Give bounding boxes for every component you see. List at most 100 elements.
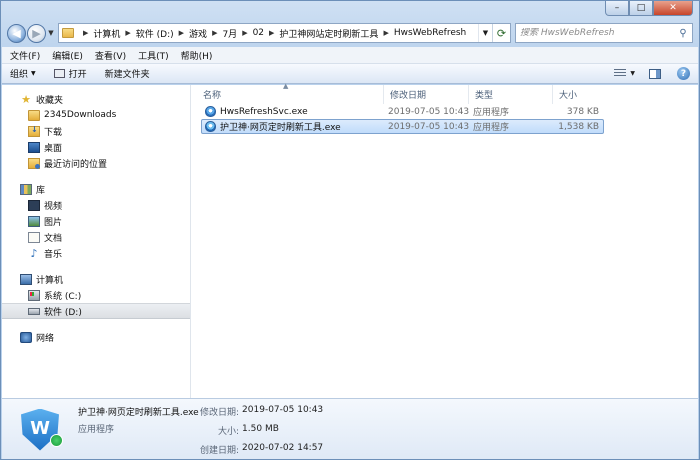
nav-computer[interactable]: 计算机: [2, 271, 190, 287]
network-group: 网络: [2, 329, 190, 345]
nav-2345downloads[interactable]: 2345Downloads: [2, 107, 190, 123]
file-name-cell: HwsRefreshSvc.exe: [202, 106, 385, 117]
menu-tools[interactable]: 工具(T): [138, 49, 169, 62]
breadcrumb-separator-icon[interactable]: ▶: [269, 29, 274, 37]
search-icon[interactable]: ⚲: [674, 28, 692, 39]
navigation-row: ◀ ▶ ▼ ▶ 计算机 ▶ 软件 (D:) ▶ 游戏 ▶ 7月 ▶ 02 ▶ 护卫神网站定…: [7, 22, 693, 44]
menu-edit[interactable]: 编辑(E): [52, 49, 83, 62]
column-header-name[interactable]: ▲ 名称: [191, 82, 384, 104]
breadcrumb-label: 02: [252, 28, 265, 38]
file-name: HwsRefreshSvc.exe: [220, 106, 308, 117]
breadcrumb-current[interactable]: HwsWebRefresh: [394, 28, 466, 38]
search-box[interactable]: ⚲: [515, 23, 693, 43]
minimize-button[interactable]: –: [605, 1, 629, 16]
breadcrumb-separator-icon[interactable]: ▶: [179, 29, 184, 37]
music-note-icon: ♪: [30, 246, 38, 260]
chevron-down-icon: ▼: [482, 29, 489, 37]
breadcrumb-tool-folder[interactable]: 护卫神网站定时刷新工具 ▶: [279, 27, 393, 40]
nav-pictures[interactable]: 图片: [2, 213, 190, 229]
recent-places-icon: [28, 157, 40, 169]
breadcrumb-separator-icon[interactable]: ▶: [383, 29, 388, 37]
nav-drive-d[interactable]: 软件 (D:): [2, 303, 190, 319]
caption-buttons: – □ ✕: [605, 1, 693, 17]
file-row[interactable]: HwsRefreshSvc.exe 2019-07-05 10:43 应用程序 …: [201, 104, 604, 119]
nav-downloads[interactable]: 下载: [2, 123, 190, 139]
chevron-down-icon: ▼: [31, 70, 36, 77]
search-input[interactable]: [520, 28, 674, 38]
column-label: 修改日期: [390, 91, 427, 101]
breadcrumb-02[interactable]: 02 ▶: [253, 28, 280, 38]
menu-help[interactable]: 帮助(H): [181, 49, 213, 62]
nav-videos[interactable]: 视频: [2, 197, 190, 213]
column-header-type[interactable]: 类型: [469, 85, 553, 104]
menu-file[interactable]: 文件(F): [10, 49, 40, 62]
refresh-button[interactable]: ⟳: [492, 24, 510, 42]
address-bar[interactable]: ▶ 计算机 ▶ 软件 (D:) ▶ 游戏 ▶ 7月 ▶ 02 ▶ 护卫神网站定时刷新工具 ▶…: [58, 23, 511, 43]
help-icon[interactable]: ?: [677, 67, 690, 80]
breadcrumb-computer[interactable]: 计算机 ▶: [93, 27, 135, 40]
column-label: 大小: [559, 91, 578, 101]
nav-desktop[interactable]: 桌面: [2, 139, 190, 155]
desktop-icon: [28, 141, 40, 153]
shield-app-icon: [205, 121, 216, 132]
nav-libraries[interactable]: 库: [2, 181, 190, 197]
computer-icon: [20, 273, 32, 285]
details-text: 护卫神·网页定时刷新工具.exe 应用程序 修改日期: 2019-07-05 1…: [78, 399, 324, 459]
view-options-icon[interactable]: [614, 69, 627, 78]
details-icon-wrap: W: [2, 399, 78, 459]
breadcrumb-drive-d[interactable]: 软件 (D:) ▶: [136, 27, 189, 40]
shield-app-icon: [205, 106, 216, 117]
breadcrumb-label: HwsWebRefresh: [393, 28, 467, 38]
navigation-pane: ★ 收藏夹 2345Downloads 下载 桌面 最近访问的位置 库 视频 图片…: [2, 85, 191, 398]
column-header-size[interactable]: 大小: [553, 85, 605, 104]
nav-music[interactable]: ♪ 音乐: [2, 245, 190, 261]
preview-pane-icon[interactable]: [649, 68, 661, 79]
network-icon: [20, 331, 32, 343]
column-label: 类型: [475, 91, 494, 101]
file-row-selected[interactable]: 护卫神·网页定时刷新工具.exe 2019-07-05 10:43 应用程序 1…: [201, 119, 604, 134]
details-size-label: 大小:: [218, 427, 240, 437]
organize-button[interactable]: 组织 ▼: [10, 67, 36, 80]
forward-arrow-icon: ▶: [32, 26, 41, 40]
forward-button[interactable]: ▶: [27, 23, 46, 43]
breadcrumb-separator-icon[interactable]: ▶: [83, 29, 88, 37]
file-date: 2019-07-05 10:43: [388, 106, 470, 117]
address-history-dropdown[interactable]: ▼: [478, 24, 492, 42]
nav-label: 视频: [44, 201, 63, 212]
nav-documents[interactable]: 文档: [2, 229, 190, 245]
menu-view[interactable]: 查看(V): [95, 49, 126, 62]
recent-pages-dropdown[interactable]: ▼: [46, 29, 56, 37]
details-created-value: 2020-07-02 14:57: [242, 443, 324, 453]
libraries-group: 库 视频 图片 文档 ♪ 音乐: [2, 181, 190, 261]
open-button[interactable]: 打开: [53, 67, 87, 80]
picture-library-icon: [28, 215, 40, 227]
details-modified-value: 2019-07-05 10:43: [242, 405, 324, 415]
nav-label: 收藏夹: [36, 95, 64, 106]
computer-group: 计算机 系统 (C:) 软件 (D:): [2, 271, 190, 319]
new-folder-button[interactable]: 新建文件夹: [105, 67, 150, 80]
nav-favorites[interactable]: ★ 收藏夹: [2, 91, 190, 107]
maximize-button[interactable]: □: [629, 1, 653, 16]
breadcrumb-separator-icon[interactable]: ▶: [242, 29, 247, 37]
nav-recent-places[interactable]: 最近访问的位置: [2, 155, 190, 171]
chevron-down-icon: ▼: [48, 29, 54, 37]
breadcrumb-separator-icon[interactable]: ▶: [212, 29, 217, 37]
nav-drive-c[interactable]: 系统 (C:): [2, 287, 190, 303]
nav-network[interactable]: 网络: [2, 329, 190, 345]
breadcrumb-july[interactable]: 7月 ▶: [222, 27, 252, 40]
star-icon: ★: [21, 92, 31, 106]
close-button[interactable]: ✕: [653, 1, 693, 16]
nav-label: 桌面: [44, 143, 63, 154]
file-size: 1,538 KB: [558, 121, 599, 132]
folder-icon: [28, 109, 40, 121]
breadcrumb-label: 游戏: [189, 29, 208, 40]
favorites-group: ★ 收藏夹 2345Downloads 下载 桌面 最近访问的位置: [2, 91, 190, 171]
breadcrumb-separator-icon[interactable]: ▶: [125, 29, 130, 37]
file-name-cell: 护卫神·网页定时刷新工具.exe: [202, 120, 385, 133]
back-button[interactable]: ◀: [7, 23, 26, 43]
command-bar: 组织 ▼ 打开 新建文件夹 ▼ ?: [2, 64, 698, 84]
view-options-dropdown[interactable]: ▼: [630, 70, 635, 77]
content-area: ★ 收藏夹 2345Downloads 下载 桌面 最近访问的位置 库 视频 图片…: [2, 82, 698, 398]
column-header-date[interactable]: 修改日期: [384, 85, 469, 104]
breadcrumb-games[interactable]: 游戏 ▶: [189, 27, 222, 40]
